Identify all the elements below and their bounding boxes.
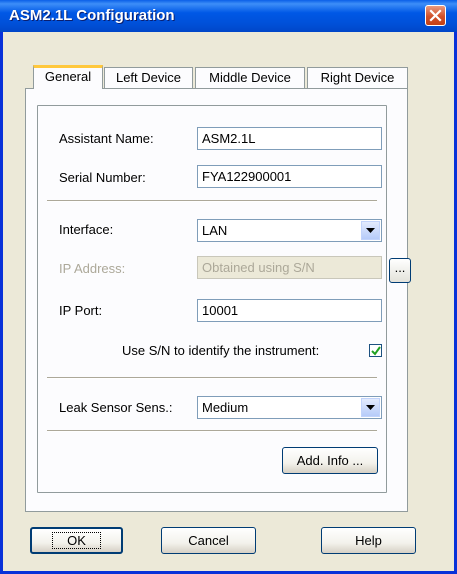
ok-button[interactable]: OK <box>30 527 123 554</box>
ip-port-field[interactable]: 10001 <box>197 299 382 322</box>
tab-left-device-label: Left Device <box>115 70 182 85</box>
add-info-button[interactable]: Add. Info ... <box>282 447 378 474</box>
tab-left-device[interactable]: Left Device <box>104 67 193 89</box>
window-title: ASM2.1L Configuration <box>9 7 175 24</box>
ip-port-label: IP Port: <box>59 303 103 318</box>
divider <box>47 430 377 432</box>
assistant-name-label: Assistant Name: <box>59 131 154 146</box>
divider <box>47 377 377 379</box>
interface-select[interactable]: LAN <box>197 219 382 242</box>
tab-right-device-label: Right Device <box>320 70 395 85</box>
cancel-button[interactable]: Cancel <box>161 527 256 554</box>
tab-right-device[interactable]: Right Device <box>307 67 408 89</box>
interface-dropdown-button[interactable] <box>361 221 380 240</box>
title-bar[interactable]: ASM2.1L Configuration <box>0 0 457 32</box>
close-icon <box>429 9 442 22</box>
leak-sensor-label: Leak Sensor Sens.: <box>59 400 173 415</box>
interface-label: Interface: <box>59 222 114 237</box>
ip-address-label: IP Address: <box>59 261 126 276</box>
divider <box>47 200 377 202</box>
leak-sensor-value: Medium <box>202 400 249 415</box>
help-button[interactable]: Help <box>321 527 416 554</box>
leak-sensor-select[interactable]: Medium <box>197 396 382 419</box>
tab-middle-device[interactable]: Middle Device <box>195 67 305 89</box>
tab-general-label: General <box>44 69 92 84</box>
chevron-down-icon <box>366 405 375 410</box>
assistant-name-field[interactable]: ASM2.1L <box>197 127 382 150</box>
ip-address-browse-button[interactable]: ... <box>389 258 411 283</box>
chevron-down-icon <box>366 228 375 233</box>
tab-general[interactable]: General <box>33 65 103 89</box>
check-icon <box>371 346 381 356</box>
ip-address-field: Obtained using S/N <box>197 256 382 279</box>
serial-number-field[interactable]: FYA122900001 <box>197 165 382 188</box>
use-sn-checkbox[interactable] <box>369 344 382 357</box>
serial-number-label: Serial Number: <box>59 170 146 185</box>
leak-sensor-dropdown-button[interactable] <box>361 398 380 417</box>
interface-value: LAN <box>202 223 228 238</box>
use-sn-label: Use S/N to identify the instrument: <box>122 343 320 358</box>
close-button[interactable] <box>425 5 446 26</box>
tab-middle-device-label: Middle Device <box>209 70 291 85</box>
ok-button-label: OK <box>52 532 101 549</box>
